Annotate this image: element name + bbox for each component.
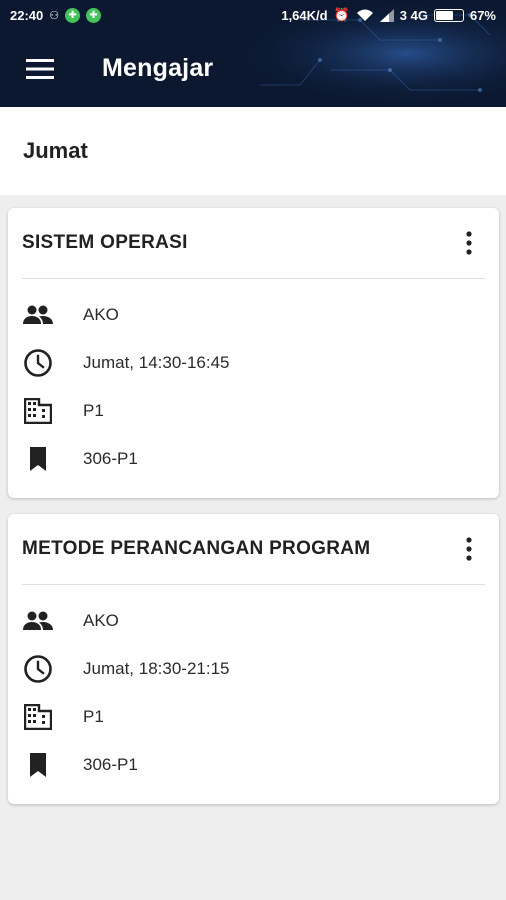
notification-green-icon: ✚: [65, 7, 81, 23]
app-title: Mengajar: [102, 54, 214, 82]
status-bar: 22:40 ⚇ ✚ ✚ 1,64K/d ⏰ 3 4G 67%: [0, 0, 506, 30]
schedule-row: Jumat, 14:30-16:45: [8, 339, 499, 387]
people-icon: [22, 299, 54, 331]
more-vert-icon: [466, 231, 472, 255]
menu-icon: [26, 58, 54, 79]
day-header: Jumat: [0, 107, 506, 195]
room-name: 306-P1: [83, 755, 138, 774]
building-name: P1: [83, 707, 104, 726]
bookmark-icon: [22, 443, 54, 475]
lecturer-name: AKO: [83, 611, 119, 630]
clock-icon: [22, 347, 54, 379]
battery-level: [435, 10, 454, 20]
class-title: SISTEM OPERASI: [22, 232, 188, 253]
more-vert-icon: [466, 537, 472, 561]
alarm-icon: ⏰: [333, 7, 350, 22]
notification-icon: ⚇: [49, 9, 60, 22]
building-row: P1: [8, 693, 499, 741]
battery-icon: [433, 8, 464, 22]
building-name: P1: [83, 401, 104, 420]
building-icon: [22, 701, 54, 733]
lecturer-name: AKO: [83, 305, 119, 324]
header-area: 22:40 ⚇ ✚ ✚ 1,64K/d ⏰ 3 4G 67% Mengajar: [0, 0, 506, 107]
room-row: 306-P1: [8, 741, 499, 789]
schedule-time: Jumat, 18:30-21:15: [83, 659, 230, 678]
lecturer-row: AKO: [8, 597, 499, 645]
schedule-time: Jumat, 14:30-16:45: [83, 353, 230, 372]
room-row: 306-P1: [8, 435, 499, 483]
class-card[interactable]: METODE PERANCANGAN PROGRAM AKO Jumat, 18…: [8, 514, 499, 804]
signal-icon: [379, 8, 394, 22]
building-row: P1: [8, 387, 499, 435]
class-title: METODE PERANCANGAN PROGRAM: [22, 538, 371, 559]
building-icon: [22, 395, 54, 427]
notification-green-icon-2: ✚: [86, 7, 102, 23]
menu-button[interactable]: [12, 41, 68, 97]
battery-percent: 67%: [469, 7, 496, 23]
bookmark-icon: [22, 749, 54, 781]
status-time: 22:40: [10, 7, 44, 23]
network-speed: 1,64K/d: [281, 7, 328, 23]
class-card[interactable]: SISTEM OPERASI AKO Jumat, 14:30-16:45 P1…: [8, 208, 499, 498]
people-icon: [22, 605, 54, 637]
room-name: 306-P1: [83, 449, 138, 468]
network-type: 3 4G: [399, 7, 428, 23]
card-header: SISTEM OPERASI: [8, 208, 499, 278]
card-header: METODE PERANCANGAN PROGRAM: [8, 514, 499, 584]
clock-icon: [22, 653, 54, 685]
schedule-row: Jumat, 18:30-21:15: [8, 645, 499, 693]
lecturer-row: AKO: [8, 291, 499, 339]
wifi-icon: [356, 9, 373, 21]
more-options-button[interactable]: [457, 225, 481, 261]
more-options-button[interactable]: [457, 531, 481, 567]
app-bar: Mengajar: [0, 30, 506, 107]
